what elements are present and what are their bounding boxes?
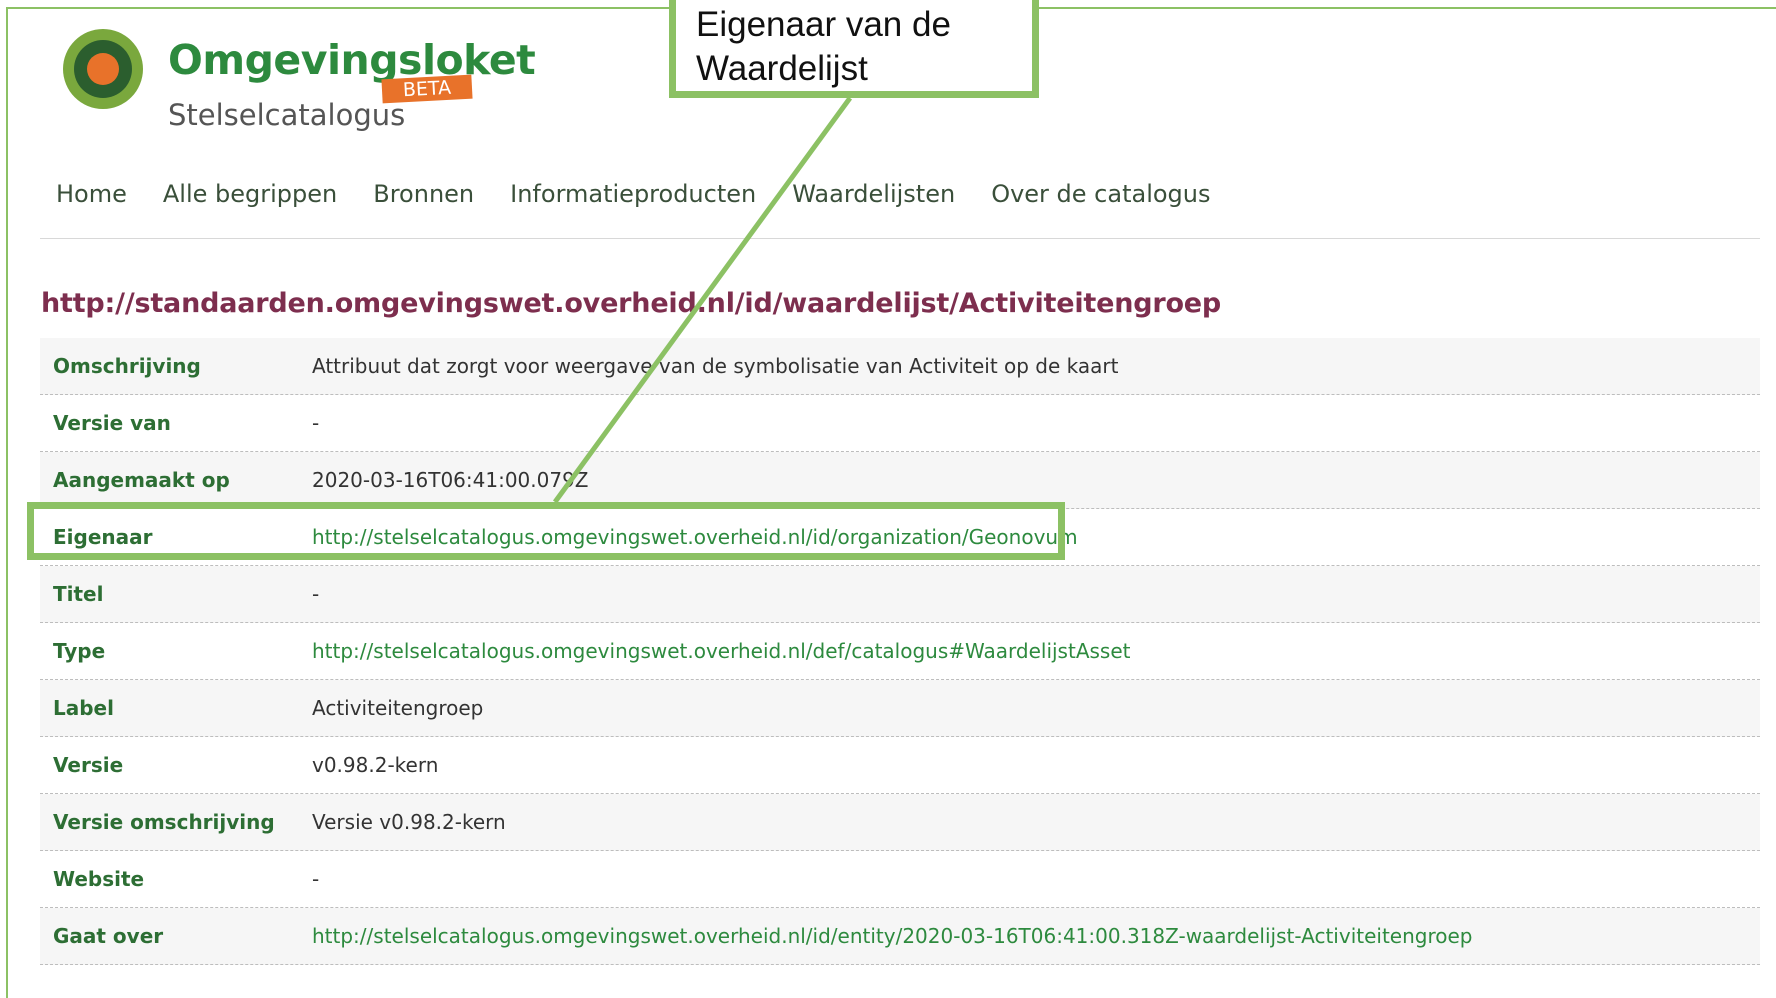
row-value: Attribuut dat zorgt voor weergave van de… bbox=[312, 354, 1119, 378]
table-row: Aangemaakt op 2020-03-16T06:41:00.079Z bbox=[40, 452, 1760, 509]
table-row: Versie van - bbox=[40, 395, 1760, 452]
nav-item-over-de-catalogus[interactable]: Over de catalogus bbox=[991, 180, 1210, 208]
annotation-callout: Eigenaar van de Waardelijst bbox=[669, 0, 1039, 98]
row-key: Omschrijving bbox=[53, 354, 201, 378]
frame-border-left bbox=[6, 7, 8, 998]
row-key: Label bbox=[53, 696, 114, 720]
nav-item-bronnen[interactable]: Bronnen bbox=[373, 180, 474, 208]
eigenaar-highlight-box bbox=[27, 502, 1065, 560]
properties-table: Omschrijving Attribuut dat zorgt voor we… bbox=[40, 338, 1760, 965]
row-value: Activiteitengroep bbox=[312, 696, 484, 720]
callout-line-1: Eigenaar van de bbox=[696, 5, 951, 44]
type-link[interactable]: http://stelselcatalogus.omgevingswet.ove… bbox=[312, 639, 1760, 663]
table-row: Gaat over http://stelselcatalogus.omgevi… bbox=[40, 908, 1760, 965]
row-value: Versie v0.98.2-kern bbox=[312, 810, 506, 834]
table-row: Website - bbox=[40, 851, 1760, 908]
table-row: Versie omschrijving Versie v0.98.2-kern bbox=[40, 794, 1760, 851]
table-row: Label Activiteitengroep bbox=[40, 680, 1760, 737]
row-value: - bbox=[312, 582, 320, 606]
brand-name[interactable]: Omgevingsloket bbox=[168, 40, 536, 81]
row-key: Aangemaakt op bbox=[53, 468, 230, 492]
omgevingsloket-logo-icon[interactable] bbox=[62, 28, 144, 110]
row-value: - bbox=[312, 867, 320, 891]
row-key: Versie omschrijving bbox=[53, 810, 275, 834]
nav-item-informatieproducten[interactable]: Informatieproducten bbox=[510, 180, 756, 208]
row-key: Versie van bbox=[53, 411, 171, 435]
row-key: Website bbox=[53, 867, 145, 891]
row-value: v0.98.2-kern bbox=[312, 753, 439, 777]
table-row: Type http://stelselcatalogus.omgevingswe… bbox=[40, 623, 1760, 680]
row-key: Versie bbox=[53, 753, 124, 777]
gaat-over-link[interactable]: http://stelselcatalogus.omgevingswet.ove… bbox=[312, 924, 1760, 948]
nav-divider bbox=[40, 238, 1760, 239]
table-row: Titel - bbox=[40, 566, 1760, 623]
page: Omgevingsloket BETA Stelselcatalogus Hom… bbox=[0, 0, 1776, 998]
main-nav: Home Alle begrippen Bronnen Informatiepr… bbox=[56, 180, 1211, 208]
table-row: Versie v0.98.2-kern bbox=[40, 737, 1760, 794]
row-key: Gaat over bbox=[53, 924, 164, 948]
table-row: Omschrijving Attribuut dat zorgt voor we… bbox=[40, 338, 1760, 395]
row-value: 2020-03-16T06:41:00.079Z bbox=[312, 468, 589, 492]
nav-item-waardelijsten[interactable]: Waardelijsten bbox=[792, 180, 955, 208]
callout-line-2: Waardelijst bbox=[696, 49, 868, 88]
row-key: Type bbox=[53, 639, 106, 663]
row-value: - bbox=[312, 411, 320, 435]
nav-item-alle-begrippen[interactable]: Alle begrippen bbox=[163, 180, 337, 208]
brand-subtitle: Stelselcatalogus bbox=[168, 98, 406, 132]
nav-item-home[interactable]: Home bbox=[56, 180, 127, 208]
page-title: http://standaarden.omgevingswet.overheid… bbox=[41, 288, 1222, 319]
row-key: Titel bbox=[53, 582, 104, 606]
